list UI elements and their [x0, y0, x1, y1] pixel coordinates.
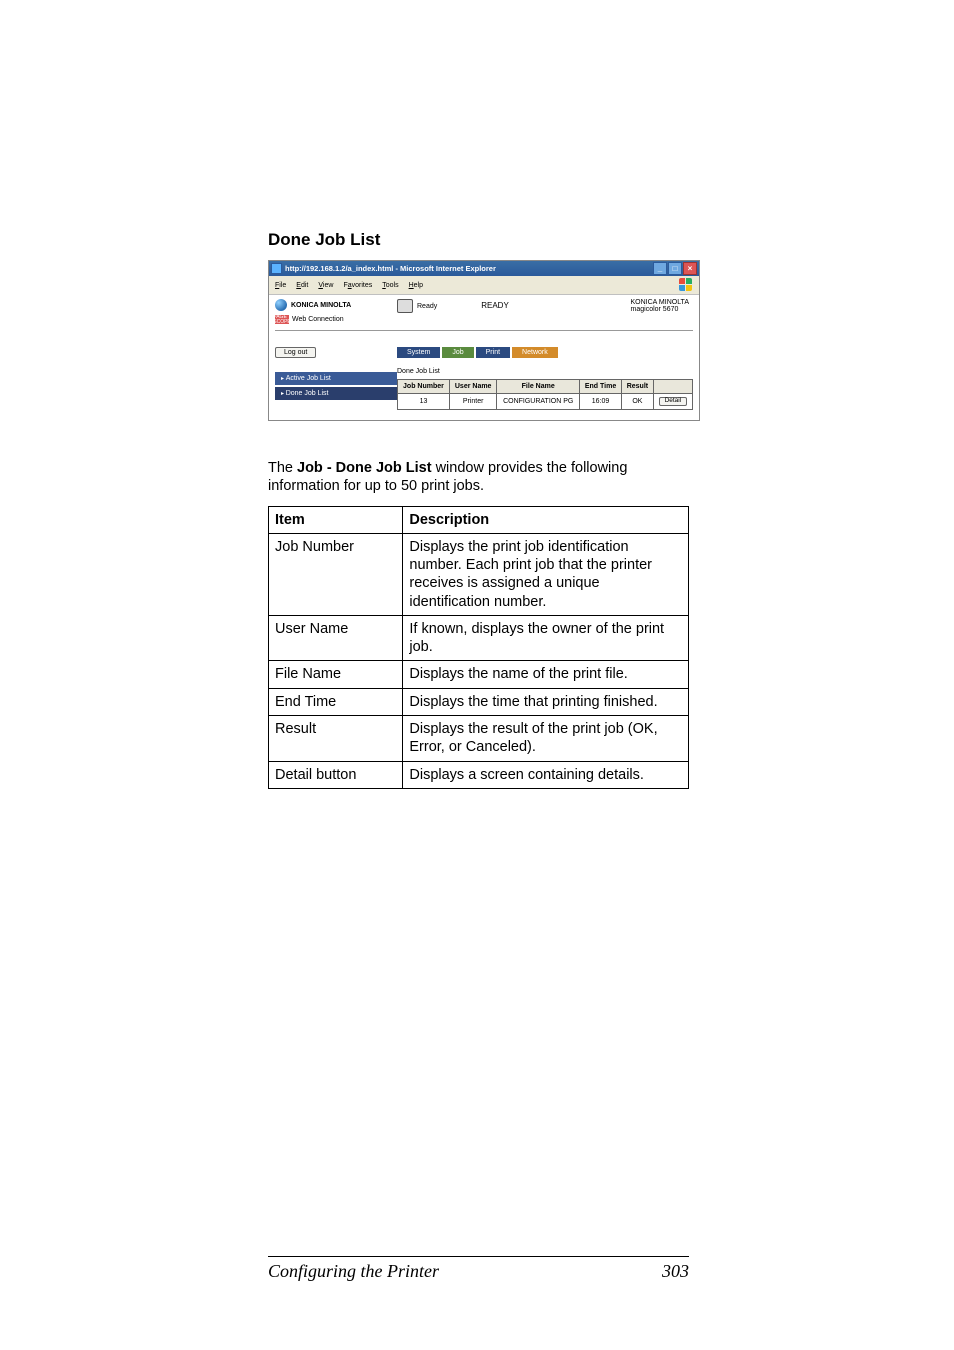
ie-title-text: http://192.168.1.2/a_index.html - Micros…	[285, 265, 496, 273]
col-user-name: User Name	[449, 380, 496, 394]
menu-file[interactable]: File	[275, 282, 286, 289]
status-text: READY	[481, 302, 509, 310]
ie-menubar: File Edit View Favorites Tools Help	[269, 276, 699, 295]
info-row: File NameDisplays the name of the print …	[269, 661, 689, 688]
info-row: Job NumberDisplays the print job identif…	[269, 533, 689, 615]
info-desc: If known, displays the owner of the prin…	[403, 615, 689, 661]
menu-help[interactable]: Help	[409, 282, 423, 289]
cell-file-name: CONFIGURATION PG	[497, 394, 580, 410]
sidebar-item-done-job-list[interactable]: Done Job List	[275, 387, 397, 400]
logout-button[interactable]: Log out	[275, 347, 316, 358]
info-item: Detail button	[269, 761, 403, 788]
info-row: ResultDisplays the result of the print j…	[269, 715, 689, 761]
menu-fav[interactable]: Favorites	[343, 282, 372, 289]
ie-app-icon	[271, 263, 282, 274]
page-number: 303	[662, 1261, 689, 1282]
table-row: 13 Printer CONFIGURATION PG 16:09 OK Det…	[398, 394, 693, 410]
body-paragraph: The Job - Done Job List window provides …	[268, 459, 689, 496]
col-end-time: End Time	[580, 380, 622, 394]
info-desc: Displays the time that printing finished…	[403, 688, 689, 715]
tab-network[interactable]: Network	[512, 347, 558, 358]
menu-view[interactable]: View	[318, 282, 333, 289]
tab-system[interactable]: System	[397, 347, 440, 358]
info-desc: Displays a screen containing details.	[403, 761, 689, 788]
col-job-number: Job Number	[398, 380, 450, 394]
device-line1: KONICA MINOLTA	[631, 299, 689, 306]
device-line2: magicolor 5670	[631, 306, 689, 313]
panel-title: Done Job List	[397, 368, 693, 375]
ie-content: KONICA MINOLTA PAGE SCOPE Web Connection…	[269, 295, 699, 420]
tab-job[interactable]: Job	[442, 347, 473, 358]
info-item: End Time	[269, 688, 403, 715]
brand-text: KONICA MINOLTA	[291, 302, 351, 309]
ready-label: Ready	[417, 303, 437, 310]
info-row: Detail buttonDisplays a screen containin…	[269, 761, 689, 788]
cell-end-time: 16:09	[580, 394, 622, 410]
info-row: End TimeDisplays the time that printing …	[269, 688, 689, 715]
detail-button[interactable]: Detail	[659, 397, 688, 406]
tab-print[interactable]: Print	[476, 347, 510, 358]
info-item: User Name	[269, 615, 403, 661]
ie-window: http://192.168.1.2/a_index.html - Micros…	[268, 260, 700, 421]
webconnection-label: Web Connection	[292, 316, 344, 323]
info-row: User NameIf known, displays the owner of…	[269, 615, 689, 661]
info-desc: Displays the name of the print file.	[403, 661, 689, 688]
km-globe-icon	[275, 299, 287, 311]
windows-flag-icon	[679, 278, 693, 292]
printer-icon	[397, 299, 413, 313]
info-item: File Name	[269, 661, 403, 688]
info-item: Job Number	[269, 533, 403, 615]
info-head-desc: Description	[403, 506, 689, 533]
cell-user-name: Printer	[449, 394, 496, 410]
close-button[interactable]: ×	[683, 262, 697, 275]
info-head-item: Item	[269, 506, 403, 533]
pagescope-badge-icon: PAGE SCOPE	[275, 315, 289, 324]
cell-job-number: 13	[398, 394, 450, 410]
section-heading: Done Job List	[268, 230, 689, 250]
col-file-name: File Name	[497, 380, 580, 394]
minimize-button[interactable]: _	[653, 262, 667, 275]
menu-tools[interactable]: Tools	[382, 282, 398, 289]
cell-result: OK	[622, 394, 654, 410]
info-table: Item Description Job NumberDisplays the …	[268, 506, 689, 789]
ie-titlebar: http://192.168.1.2/a_index.html - Micros…	[269, 261, 699, 276]
menu-edit[interactable]: Edit	[296, 282, 308, 289]
footer-title: Configuring the Printer	[268, 1261, 439, 1282]
sidebar-item-active-job-list[interactable]: Active Job List	[275, 372, 397, 385]
maximize-button[interactable]: □	[668, 262, 682, 275]
info-item: Result	[269, 715, 403, 761]
col-result: Result	[622, 380, 654, 394]
done-job-table: Job Number User Name File Name End Time …	[397, 379, 693, 410]
info-desc: Displays the print job identification nu…	[403, 533, 689, 615]
page-footer: Configuring the Printer 303	[268, 1256, 689, 1282]
info-desc: Displays the result of the print job (OK…	[403, 715, 689, 761]
